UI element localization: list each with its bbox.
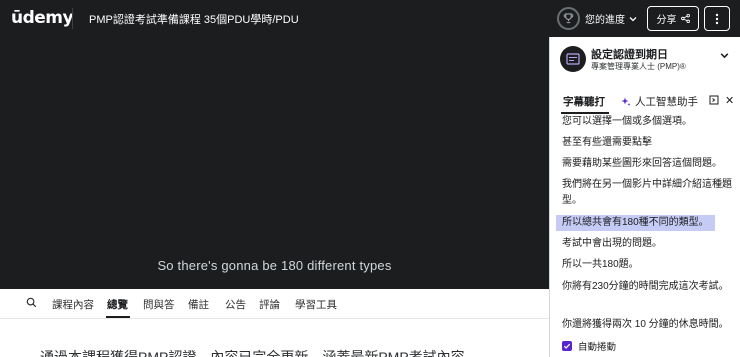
progress-button[interactable]: 您的進度 — [557, 7, 637, 30]
share-button[interactable]: 分享 — [647, 6, 699, 31]
transcript-line[interactable]: 考試中會出現的問題。 — [562, 236, 732, 252]
tab-announcements[interactable]: 公告 — [225, 297, 246, 312]
trophy-icon — [557, 7, 580, 30]
autoscroll-toggle[interactable]: 自動捲動 — [562, 339, 616, 353]
tab-reviews[interactable]: 評論 — [259, 297, 280, 312]
autoscroll-label: 自動捲動 — [578, 342, 617, 353]
tab-ai-assistant[interactable]: 人工智慧助手 — [621, 94, 698, 109]
transcript-line[interactable]: 你還將獲得兩次 10 分鐘的休息時間。 — [562, 317, 732, 333]
chevron-down-icon[interactable] — [719, 50, 730, 61]
course-tabs: 課程內容 總覽 問與答 備註 公告 評論 學習工具 — [0, 289, 549, 319]
goal-title[interactable]: 設定認證到期日 — [591, 46, 668, 62]
tab-course-content[interactable]: 課程內容 — [52, 297, 94, 312]
video-caption: So there's gonna be 180 different types — [157, 258, 392, 273]
search-icon[interactable] — [26, 297, 37, 308]
logo-text: ūdemy — [11, 8, 74, 28]
share-label: 分享 — [656, 15, 677, 26]
tab-transcript[interactable]: 字幕聽打 — [563, 94, 605, 109]
more-options-button[interactable] — [704, 6, 730, 31]
top-header: ūdemy PMP認證考試準備課程 35個PDU學時/PDU 您的進度 分享 — [0, 0, 740, 37]
chevron-down-icon — [629, 16, 637, 21]
transcript-line-active[interactable]: 所以總共會有180種不同的類型。 — [556, 215, 715, 231]
transcript-line[interactable]: 您可以選擇一個或多個選項。 — [562, 114, 732, 130]
transcript-line[interactable]: 你將有230分鐘的時間完成這次考試。 — [562, 279, 732, 295]
goal-subtitle: 專案管理專業人士 (PMP)® — [591, 62, 686, 71]
course-overview-heading: 通過本課程獲得PMP認證，內容已完全更新，涵蓋最新PMP考試內容 — [40, 349, 465, 357]
expand-panel-icon[interactable] — [709, 95, 719, 105]
transcript-line[interactable]: 甚至有些還需要點擊 — [562, 135, 732, 151]
udemy-logo[interactable]: ūdemy — [11, 7, 74, 29]
sparkle-icon — [621, 97, 631, 106]
active-tab-indicator — [106, 316, 130, 318]
close-icon[interactable]: ✕ — [725, 94, 734, 107]
certification-badge-icon — [560, 46, 586, 72]
transcript-line[interactable]: 所以一共180題。 — [562, 257, 732, 273]
header-divider — [72, 8, 73, 29]
share-icon — [680, 14, 690, 23]
tab-qa[interactable]: 問與答 — [143, 297, 175, 312]
tab-overview[interactable]: 總覽 — [107, 297, 128, 312]
course-title[interactable]: PMP認證考試準備課程 35個PDU學時/PDU — [89, 11, 299, 27]
video-player[interactable]: So there's gonna be 180 different types — [0, 37, 549, 289]
transcript-line[interactable]: 需要藉助某些圖形來回答這個問題。 — [562, 156, 732, 172]
tab-notes[interactable]: 備註 — [188, 297, 209, 312]
transcript-line[interactable]: 我們將在另一個影片中詳細介紹這種題型。 — [562, 177, 732, 209]
more-vertical-icon — [715, 13, 719, 24]
checkbox-checked-icon[interactable] — [562, 341, 572, 351]
progress-label: 您的進度 — [585, 15, 625, 26]
tab-learning-tools[interactable]: 學習工具 — [295, 297, 337, 312]
transcript-sidebar: 設定認證到期日 專案管理專業人士 (PMP)® 字幕聽打 人工智慧助手 ✕ 您可… — [549, 37, 740, 357]
tab-ai-label: 人工智慧助手 — [635, 96, 698, 108]
